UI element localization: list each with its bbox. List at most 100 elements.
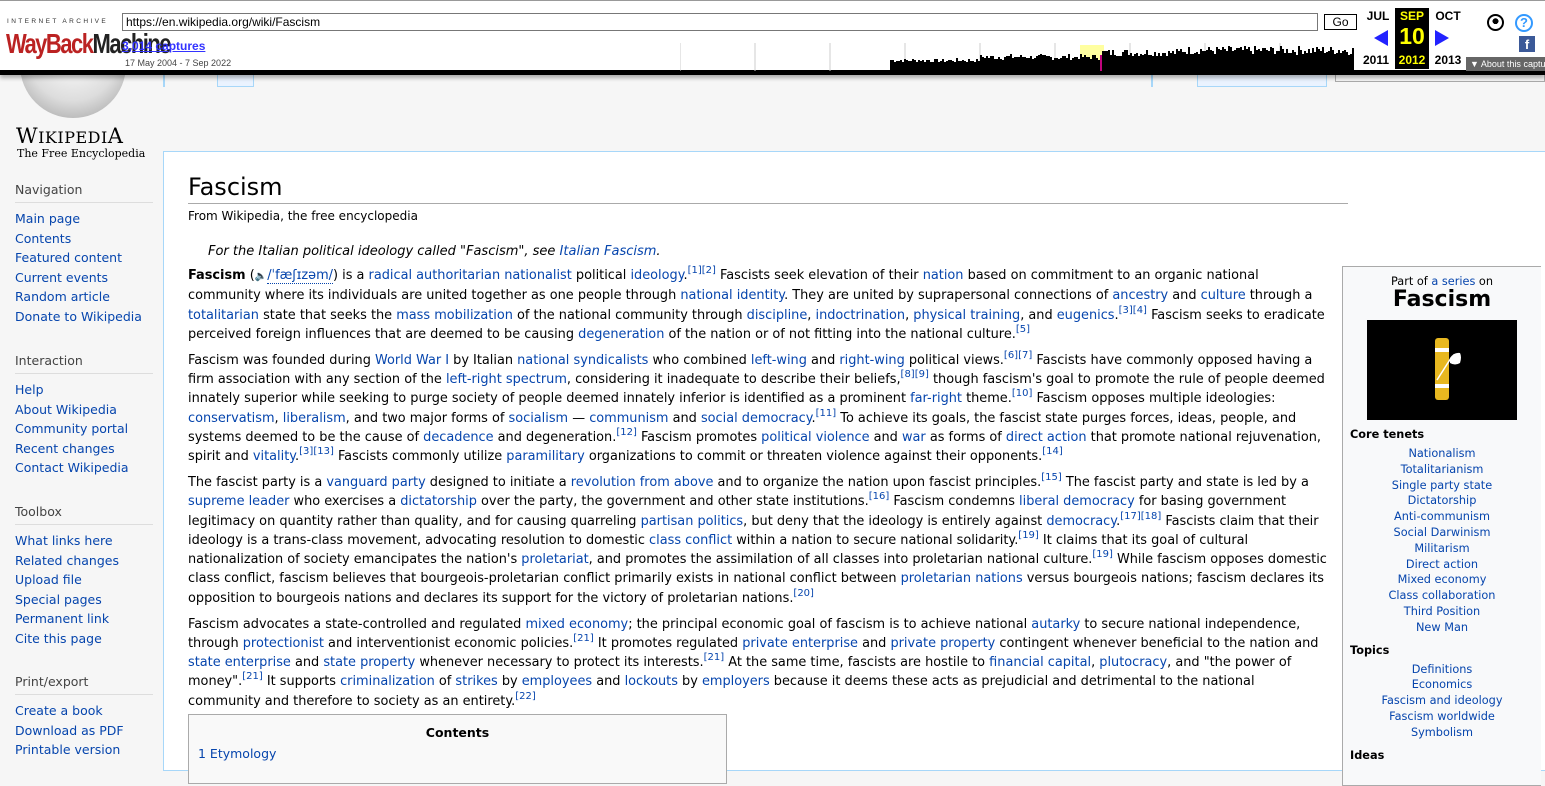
article-link[interactable]: strikes (455, 674, 497, 689)
capture-bar[interactable] (1254, 46, 1256, 71)
capture-bar[interactable] (1280, 46, 1282, 71)
capture-bar[interactable] (1236, 48, 1238, 71)
article-link[interactable]: proletariat (521, 552, 588, 567)
article-link[interactable]: national syndicalists (517, 353, 648, 368)
capture-bar[interactable] (928, 60, 930, 71)
capture-bar[interactable] (1128, 55, 1130, 71)
capture-bar[interactable] (1008, 56, 1010, 71)
capture-bar[interactable] (1110, 55, 1112, 71)
capture-bar[interactable] (916, 62, 918, 71)
article-link[interactable]: discipline (747, 308, 808, 323)
capture-bar[interactable] (1028, 58, 1030, 71)
capture-bar[interactable] (942, 59, 944, 71)
capture-bar[interactable] (1284, 53, 1286, 71)
capture-bar[interactable] (1288, 53, 1290, 71)
capture-bar[interactable] (1328, 51, 1330, 71)
next-year[interactable]: 2013 (1430, 53, 1466, 67)
capture-bar[interactable] (1152, 56, 1154, 71)
capture-bar[interactable] (1208, 47, 1210, 71)
article-link[interactable]: proletarian nations (901, 571, 1023, 586)
capture-bar[interactable] (1246, 49, 1248, 71)
capture-bar[interactable] (1196, 52, 1198, 71)
sidebar-link-random-article[interactable]: Random article (15, 289, 110, 304)
capture-bar[interactable] (1116, 56, 1118, 71)
capture-bar[interactable] (1136, 53, 1138, 71)
article-link[interactable]: employees (522, 674, 592, 689)
capture-bar[interactable] (1072, 58, 1074, 71)
capture-bar[interactable] (1144, 54, 1146, 71)
article-link[interactable]: socialism (509, 411, 569, 426)
article-link[interactable]: totalitarian (188, 308, 259, 323)
reference-link[interactable]: [19] (1018, 530, 1039, 541)
capture-bar[interactable] (914, 60, 916, 71)
capture-bar[interactable] (1190, 54, 1192, 71)
capture-bar[interactable] (910, 61, 912, 71)
reference-link[interactable]: [14] (1042, 446, 1063, 457)
article-link[interactable]: paramilitary (506, 449, 584, 464)
reference-link[interactable]: [11] (816, 408, 837, 419)
capture-bar[interactable] (1312, 48, 1314, 71)
capture-bar[interactable] (1224, 49, 1226, 71)
capture-bar[interactable] (1266, 50, 1268, 71)
capture-bar[interactable] (1074, 57, 1076, 71)
capture-bar[interactable] (1086, 57, 1088, 71)
article-link[interactable]: communism (589, 411, 668, 426)
capture-bar[interactable] (1336, 53, 1338, 71)
capture-bar[interactable] (962, 60, 964, 71)
infobox-link[interactable]: Symbolism (1411, 726, 1473, 739)
article-link[interactable]: state property (323, 655, 415, 670)
infobox-link[interactable]: Third Position (1404, 605, 1480, 618)
capture-bar[interactable] (1294, 52, 1296, 71)
reference-link[interactable]: [20] (793, 588, 814, 599)
capture-bar[interactable] (1340, 53, 1342, 71)
infobox-link[interactable]: Definitions (1412, 663, 1473, 676)
article-link[interactable]: left-wing (751, 353, 807, 368)
capture-bar[interactable] (1030, 56, 1032, 71)
sidebar-link-contents[interactable]: Contents (15, 231, 71, 246)
sidebar-link-about-wikipedia[interactable]: About Wikipedia (15, 402, 117, 417)
capture-bar[interactable] (1252, 54, 1254, 71)
capture-bar[interactable] (1214, 54, 1216, 71)
sidebar-link-upload-file[interactable]: Upload file (15, 572, 82, 587)
capture-bar[interactable] (1342, 51, 1344, 71)
capture-bar[interactable] (1026, 58, 1028, 71)
capture-bar[interactable] (1184, 52, 1186, 71)
capture-bar[interactable] (1256, 50, 1258, 71)
capture-bar[interactable] (1122, 52, 1124, 71)
capture-bar[interactable] (1054, 58, 1056, 71)
capture-bar[interactable] (1218, 49, 1220, 71)
reference-link[interactable]: [3][13] (299, 446, 334, 457)
capture-bar[interactable] (1080, 54, 1082, 71)
article-link[interactable]: ancestry (1112, 288, 1168, 303)
capture-bar[interactable] (936, 59, 938, 71)
capture-bar[interactable] (1024, 57, 1026, 71)
capture-bar[interactable] (1140, 54, 1142, 71)
capture-bar[interactable] (1234, 50, 1236, 71)
capture-bar[interactable] (912, 59, 914, 71)
capture-bar[interactable] (898, 61, 900, 71)
wayback-url-input[interactable] (122, 13, 1318, 31)
capture-bar[interactable] (1238, 48, 1240, 71)
capture-bar[interactable] (1276, 51, 1278, 71)
article-link[interactable]: right-wing (839, 353, 904, 368)
infobox-link[interactable]: Fascism worldwide (1389, 710, 1495, 723)
capture-bar[interactable] (1318, 49, 1320, 71)
capture-bar[interactable] (1092, 55, 1094, 71)
capture-bar[interactable] (1032, 59, 1034, 71)
capture-bar[interactable] (1102, 51, 1104, 71)
capture-bar[interactable] (1078, 59, 1080, 71)
capture-bar[interactable] (1020, 55, 1022, 71)
capture-bar[interactable] (906, 60, 908, 71)
capture-bar[interactable] (1174, 54, 1176, 71)
capture-bar[interactable] (1058, 59, 1060, 71)
article-link[interactable]: national identity (680, 288, 784, 303)
capture-bar[interactable] (1022, 57, 1024, 71)
reference-link[interactable]: [16] (869, 491, 890, 502)
capture-bar[interactable] (1330, 47, 1332, 71)
capture-bar[interactable] (1346, 52, 1348, 71)
capture-bar[interactable] (930, 62, 932, 71)
capture-bar[interactable] (948, 60, 950, 71)
capture-bar[interactable] (1278, 51, 1280, 71)
capture-bar[interactable] (892, 60, 894, 71)
capture-bar[interactable] (960, 61, 962, 71)
